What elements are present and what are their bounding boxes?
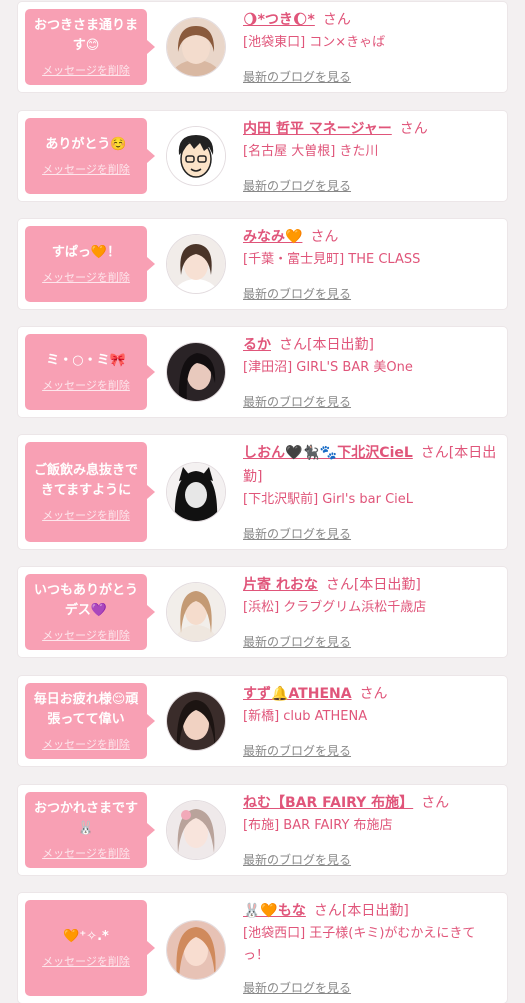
- latest-blog-link[interactable]: 最新のブログを見る: [243, 177, 351, 194]
- delete-message-link[interactable]: メッセージを削除: [42, 845, 130, 861]
- name-suffix: さん[本日出勤]: [325, 577, 421, 593]
- notification-card: おつかれさまです🐰 メッセージを削除 ねむ【BAR FAIRY 布施】 さん [布…: [18, 785, 507, 875]
- latest-blog-link[interactable]: 最新のブログを見る: [243, 525, 351, 542]
- entry-info: 内田 哲平 マネージャー さん [名古屋 大曽根] きた川: [243, 117, 499, 163]
- delete-message-link[interactable]: メッセージを削除: [42, 161, 130, 177]
- entry-info: 🌖*つき🌔* さん [池袋東口] コン×きゃば: [243, 8, 499, 54]
- delete-message-link[interactable]: メッセージを削除: [42, 507, 130, 523]
- delete-message-link[interactable]: メッセージを削除: [42, 736, 130, 752]
- entry-info: しおん🖤🐈‍⬛🐾下北沢CieL さん[本日出勤] [下北沢駅前] Girl's b…: [243, 441, 499, 511]
- name-line: すず🔔ATHENA さん: [243, 682, 499, 706]
- delete-message-link[interactable]: メッセージを削除: [42, 377, 130, 393]
- message-text: すぱっ🧡！: [51, 245, 121, 260]
- shop-name: [池袋東口] コン×きゃば: [243, 35, 386, 50]
- name-line: 片寄 れおな さん[本日出勤]: [243, 573, 499, 597]
- entry-info: みなみ🧡 さん [千葉・富士見町] THE CLASS: [243, 225, 499, 271]
- notification-card: 毎日お疲れ様😌頑張ってて偉い メッセージを削除 すず🔔ATHENA さん [新橋]…: [18, 676, 507, 766]
- entry-info: 🐰🧡もな さん[本日出勤] [池袋西口] 王子様(キミ)がむかえにきてっ！: [243, 899, 499, 967]
- message-bubble: おつきさま通ります😊 メッセージを削除: [25, 9, 155, 85]
- cast-name-link[interactable]: 🐰🧡もな: [243, 903, 306, 919]
- cast-name-link[interactable]: ねむ【BAR FAIRY 布施】: [243, 795, 413, 811]
- cast-name-link[interactable]: 片寄 れおな: [243, 577, 318, 593]
- name-suffix: さん[本日出勤]: [313, 903, 409, 919]
- message-text: 🧡⁺✧.*: [63, 929, 109, 944]
- shop-name: [浜松] クラブグリム浜松千歳店: [243, 600, 427, 615]
- notification-card: いつもありがとうデス💜 メッセージを削除 片寄 れおな さん[本日出勤] [浜松]…: [18, 567, 507, 657]
- avatar[interactable]: [167, 127, 225, 185]
- entry-info: ねむ【BAR FAIRY 布施】 さん [布施] BAR FAIRY 布施店: [243, 791, 499, 837]
- name-line: るか さん[本日出勤]: [243, 333, 499, 357]
- notification-card: ミ・○・ミ🎀 メッセージを削除 るか さん[本日出勤] [津田沼] GIRL'S …: [18, 327, 507, 417]
- avatar[interactable]: [167, 343, 225, 401]
- name-suffix: さん: [399, 121, 428, 137]
- name-suffix: さん: [322, 12, 351, 28]
- delete-message-link[interactable]: メッセージを削除: [42, 62, 130, 78]
- shop-name: [津田沼] GIRL'S BAR 美One: [243, 360, 413, 375]
- shop-name: [千葉・富士見町] THE CLASS: [243, 252, 421, 267]
- message-text: おつきさま通ります😊: [33, 18, 138, 53]
- message-text: ミ・○・ミ🎀: [46, 353, 126, 368]
- shop-name: [下北沢駅前] Girl's bar CieL: [243, 492, 414, 507]
- latest-blog-link[interactable]: 最新のブログを見る: [243, 851, 351, 868]
- latest-blog-link[interactable]: 最新のブログを見る: [243, 633, 351, 650]
- name-suffix: さん: [359, 686, 388, 702]
- message-bubble: すぱっ🧡！ メッセージを削除: [25, 226, 155, 302]
- message-bubble: ご飯飲み息抜きできてますように メッセージを削除: [25, 442, 155, 542]
- shop-name: [新橋] club ATHENA: [243, 709, 368, 724]
- message-bubble: 🧡⁺✧.* メッセージを削除: [25, 900, 155, 996]
- name-line: ねむ【BAR FAIRY 布施】 さん: [243, 791, 499, 815]
- entry-info: すず🔔ATHENA さん [新橋] club ATHENA: [243, 682, 499, 728]
- message-text: ありがとう☺️: [45, 137, 127, 152]
- name-suffix: さん: [421, 795, 450, 811]
- name-line: 内田 哲平 マネージャー さん: [243, 117, 499, 141]
- notification-card: ありがとう☺️ メッセージを削除 内田 哲平 マネージャー さん [名古屋 大曽根…: [18, 111, 507, 201]
- message-text: おつかれさまです🐰: [33, 801, 138, 836]
- delete-message-link[interactable]: メッセージを削除: [42, 269, 130, 285]
- cast-name-link[interactable]: すず🔔ATHENA: [243, 686, 352, 702]
- name-suffix: さん[本日出勤]: [279, 337, 374, 353]
- message-bubble: ありがとう☺️ メッセージを削除: [25, 118, 155, 194]
- name-line: 🌖*つき🌔* さん: [243, 8, 499, 32]
- name-line: みなみ🧡 さん: [243, 225, 499, 249]
- cast-name-link[interactable]: しおん🖤🐈‍⬛🐾下北沢CieL: [243, 445, 413, 461]
- delete-message-link[interactable]: メッセージを削除: [42, 627, 130, 643]
- latest-blog-link[interactable]: 最新のブログを見る: [243, 68, 351, 85]
- message-bubble: おつかれさまです🐰 メッセージを削除: [25, 792, 155, 868]
- avatar[interactable]: [167, 692, 225, 750]
- name-line: しおん🖤🐈‍⬛🐾下北沢CieL さん[本日出勤]: [243, 441, 499, 489]
- cast-name-link[interactable]: みなみ🧡: [243, 229, 302, 245]
- cast-name-link[interactable]: 内田 哲平 マネージャー: [243, 121, 392, 137]
- message-text: いつもありがとうデス💜: [33, 583, 138, 618]
- avatar[interactable]: [167, 583, 225, 641]
- notification-card: すぱっ🧡！ メッセージを削除 みなみ🧡 さん [千葉・富士見町] THE CLAS…: [18, 219, 507, 309]
- notification-card: 🧡⁺✧.* メッセージを削除 🐰🧡もな さん[本日出勤] [池袋西口] 王子様(キ…: [18, 893, 507, 1003]
- shop-name: [布施] BAR FAIRY 布施店: [243, 818, 393, 833]
- message-text: 毎日お疲れ様😌頑張ってて偉い: [33, 692, 139, 727]
- cast-name-link[interactable]: 🌖*つき🌔*: [243, 12, 315, 28]
- delete-message-link[interactable]: メッセージを削除: [42, 953, 130, 969]
- avatar[interactable]: [167, 921, 225, 979]
- name-suffix: さん: [310, 229, 339, 245]
- message-bubble: いつもありがとうデス💜 メッセージを削除: [25, 574, 155, 650]
- latest-blog-link[interactable]: 最新のブログを見る: [243, 285, 351, 302]
- latest-blog-link[interactable]: 最新のブログを見る: [243, 979, 351, 996]
- message-text: ご飯飲み息抜きできてますように: [33, 463, 138, 498]
- avatar[interactable]: [167, 463, 225, 521]
- cast-name-link[interactable]: るか: [243, 337, 271, 353]
- message-bubble: 毎日お疲れ様😌頑張ってて偉い メッセージを削除: [25, 683, 155, 759]
- name-line: 🐰🧡もな さん[本日出勤]: [243, 899, 499, 923]
- shop-name: [池袋西口] 王子様(キミ)がむかえにきてっ！: [243, 926, 476, 963]
- avatar[interactable]: [167, 235, 225, 293]
- entry-info: るか さん[本日出勤] [津田沼] GIRL'S BAR 美One: [243, 333, 499, 379]
- shop-name: [名古屋 大曽根] きた川: [243, 144, 379, 159]
- avatar[interactable]: [167, 18, 225, 76]
- avatar[interactable]: [167, 801, 225, 859]
- message-bubble: ミ・○・ミ🎀 メッセージを削除: [25, 334, 155, 410]
- latest-blog-link[interactable]: 最新のブログを見る: [243, 742, 351, 759]
- notification-card: ご飯飲み息抜きできてますように メッセージを削除 しおん🖤🐈‍⬛🐾下北沢CieL…: [18, 435, 507, 549]
- notification-card: おつきさま通ります😊 メッセージを削除 🌖*つき🌔* さん [池袋東口] コン×き…: [18, 2, 507, 92]
- latest-blog-link[interactable]: 最新のブログを見る: [243, 393, 351, 410]
- entry-info: 片寄 れおな さん[本日出勤] [浜松] クラブグリム浜松千歳店: [243, 573, 499, 619]
